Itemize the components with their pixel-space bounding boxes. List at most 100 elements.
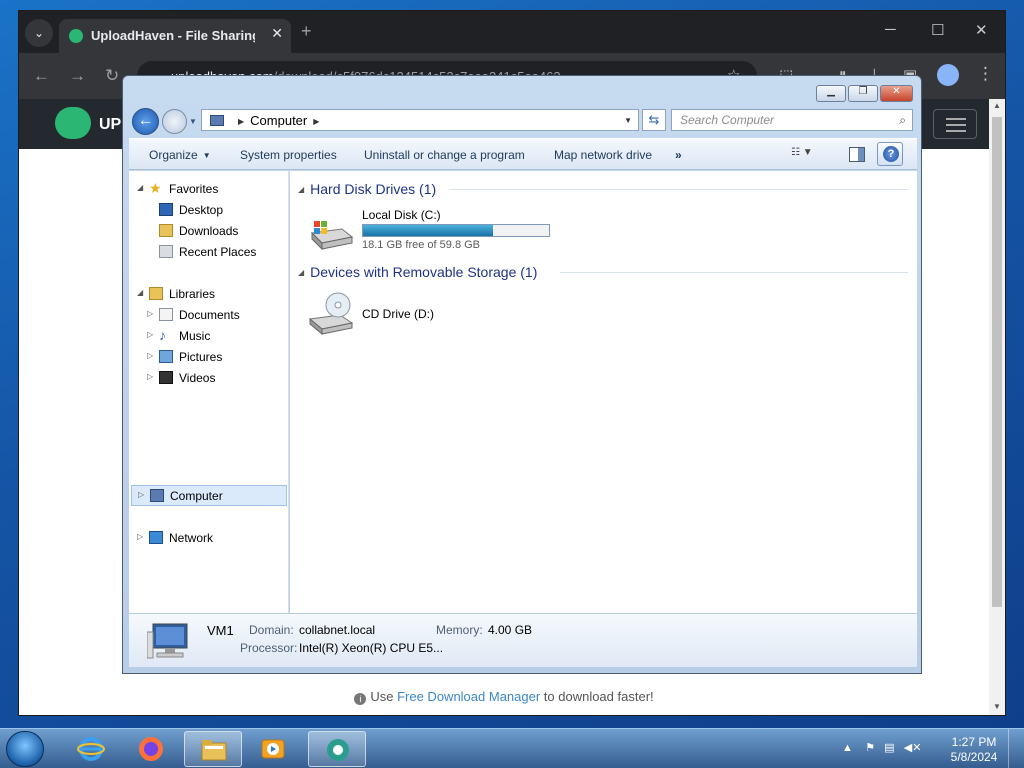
uninstall-program-button[interactable]: Uninstall or change a program [364,148,525,162]
explorer-back-button[interactable]: ← [132,108,159,135]
scroll-thumb[interactable] [992,117,1002,607]
breadcrumb-chevron-icon[interactable]: ▶ [238,117,244,126]
music-icon: ♪ [159,327,166,343]
nav-libraries[interactable]: ◢ Libraries [129,284,287,304]
chevron-down-icon: ▼ [202,151,211,160]
cd-drive-icon [308,292,354,335]
nav-network[interactable]: ▷ Network [129,528,287,548]
internet-explorer-icon [77,737,105,761]
explorer-address-bar[interactable]: ▶ Computer ▶ ▼ [201,109,639,131]
profile-avatar-icon[interactable] [937,64,959,86]
breadcrumb-chevron-icon[interactable]: ▶ [313,117,319,126]
network-tray-icon[interactable]: ▤ [884,742,894,754]
taskbar: ▲ ⚑ ▤ ◀✕ 1:27 PM 5/8/2024 [0,728,1024,768]
recent-places-icon [159,245,173,258]
scroll-up-icon[interactable]: ▲ [993,101,1001,110]
downloads-folder-icon [159,224,173,237]
page-scrollbar[interactable]: ▲ ▼ [989,99,1005,715]
explorer-close-button[interactable]: ✕ [880,85,913,102]
show-hidden-icons-icon[interactable]: ▲ [842,742,853,754]
fdm-suffix: to download faster! [540,689,654,704]
computer-icon [210,115,224,126]
browser-close-button[interactable]: ✕ [975,21,988,39]
explorer-minimize-button[interactable]: ▁ [816,85,846,102]
show-desktop-button[interactable] [1008,729,1024,768]
nav-desktop[interactable]: Desktop [129,200,287,220]
expand-arrow-icon[interactable]: ▷ [138,490,144,499]
group-header-hdd[interactable]: ◢ Hard Disk Drives (1) [298,181,436,197]
expand-arrow-icon[interactable]: ▷ [147,372,153,381]
search-icon[interactable]: ⌕ [899,113,906,128]
taskbar-file-explorer[interactable] [184,731,242,767]
expand-arrow-icon[interactable]: ▷ [147,330,153,339]
collapse-arrow-icon[interactable]: ◢ [298,268,304,277]
nav-label: Recent Places [179,245,257,259]
more-commands-button[interactable]: » [675,148,682,162]
action-center-flag-icon[interactable]: ⚑ [865,742,875,754]
pictures-icon [159,350,173,363]
taskbar-chrome-app[interactable] [308,731,366,767]
browser-back-icon[interactable]: ← [33,66,50,86]
fdm-link[interactable]: Free Download Manager [397,689,540,704]
expand-arrow-icon[interactable]: ▷ [137,532,143,541]
explorer-search-input[interactable]: Search Computer ⌕ [671,109,913,131]
expand-arrow-icon[interactable]: ◢ [137,183,143,192]
browser-reload-icon[interactable]: ↻ [105,66,119,86]
nav-downloads[interactable]: Downloads [129,221,287,241]
breadcrumb-computer[interactable]: Computer [250,113,307,128]
group-header-removable[interactable]: ◢ Devices with Removable Storage (1) [298,264,537,280]
desktop-icon [159,203,173,216]
change-view-button[interactable]: ☷ ▼ [791,147,829,163]
refresh-button[interactable]: ⇆ [642,109,666,131]
new-tab-button[interactable]: + [301,21,312,42]
group-divider [560,272,908,273]
nav-favorites[interactable]: ◢ ★ Favorites [129,179,287,199]
map-network-drive-button[interactable]: Map network drive [554,148,652,162]
taskbar-clock[interactable]: 1:27 PM 5/8/2024 [946,735,1002,765]
tab-close-icon[interactable]: ✕ [271,25,283,42]
group-divider [450,189,908,190]
expand-arrow-icon[interactable]: ◢ [137,288,143,297]
expand-arrow-icon[interactable]: ▷ [147,351,153,360]
nav-documents[interactable]: ▷ Documents [129,305,287,325]
browser-maximize-button[interactable]: ☐ [931,21,944,39]
chrome-menu-icon[interactable]: ⋮ [977,64,994,84]
tab-search-button[interactable]: ⌄ [25,19,53,47]
memory-label: Memory: [436,623,483,637]
uploadhaven-logo-icon[interactable] [55,107,91,139]
disk-usage-bar [362,224,550,237]
explorer-forward-button[interactable] [162,109,187,134]
volume-muted-icon[interactable]: ◀✕ [904,742,922,754]
address-dropdown-icon[interactable]: ▼ [624,116,632,125]
help-button[interactable]: ? [877,142,903,166]
taskbar-firefox[interactable] [122,731,180,767]
nav-computer[interactable]: ▷ Computer [131,485,287,506]
command-bar: Organize ▼ System properties Uninstall or… [129,138,917,170]
taskbar-media-player[interactable] [244,731,302,767]
collapse-arrow-icon[interactable]: ◢ [298,185,304,194]
nav-label: Pictures [179,350,223,364]
preview-pane-button[interactable] [849,147,865,162]
hamburger-menu-button[interactable] [933,109,977,139]
nav-videos[interactable]: ▷ Videos [129,368,287,388]
taskbar-internet-explorer[interactable] [62,731,120,767]
scroll-down-icon[interactable]: ▼ [993,702,1001,711]
explorer-restore-button[interactable]: ❐ [848,85,878,102]
nav-music[interactable]: ▷ ♪ Music [129,326,287,346]
nav-label: Favorites [169,182,219,196]
group-title: Devices with Removable Storage (1) [310,264,538,280]
organize-button[interactable]: Organize ▼ [149,148,211,162]
browser-tab[interactable]: UploadHaven - File Sharing M ✕ [59,19,291,53]
recent-pages-dropdown-icon[interactable]: ▼ [189,117,197,126]
browser-forward-icon[interactable]: → [69,66,86,86]
start-button[interactable] [6,731,44,767]
expand-arrow-icon[interactable]: ▷ [147,309,153,318]
content-pane: ◢ Hard Disk Drives (1) Local Disk (C:) 18… [290,171,917,613]
system-properties-button[interactable]: System properties [240,148,337,162]
libraries-icon [149,287,163,300]
computer-name: VM1 [207,623,234,638]
nav-pictures[interactable]: ▷ Pictures [129,347,287,367]
browser-minimize-button[interactable]: ─ [885,21,896,38]
nav-label: Documents [179,308,240,322]
nav-recent-places[interactable]: Recent Places [129,242,287,262]
